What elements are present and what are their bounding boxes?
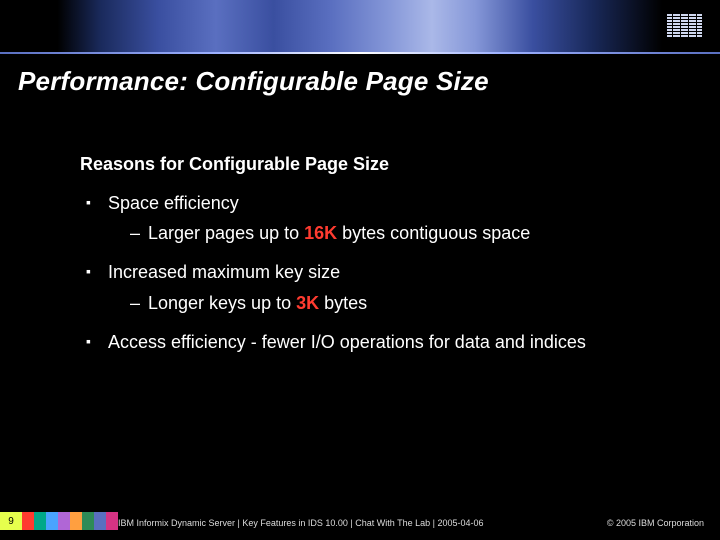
stripe — [22, 512, 34, 530]
sub-list: Longer keys up to 3K bytes — [130, 291, 680, 316]
bullet-item: Access efficiency - fewer I/O operations… — [86, 330, 680, 354]
footer: 9 IBM Informix Dynamic Server | Key Feat… — [0, 512, 720, 530]
sub-text-post: bytes contiguous space — [337, 223, 530, 243]
sub-text-post: bytes — [319, 293, 367, 313]
stripe — [106, 512, 118, 530]
highlight: 16K — [304, 223, 337, 243]
stripe — [34, 512, 46, 530]
bullet-text: Access efficiency - fewer I/O operations… — [108, 332, 586, 352]
slide-title: Performance: Configurable Page Size — [18, 66, 489, 97]
header-banner — [0, 0, 720, 54]
slide: Performance: Configurable Page Size Reas… — [0, 0, 720, 540]
sub-list: Larger pages up to 16K bytes contiguous … — [130, 221, 680, 246]
footer-text: IBM Informix Dynamic Server | Key Featur… — [118, 518, 484, 528]
bullet-item: Space efficiency Larger pages up to 16K … — [86, 191, 680, 246]
stripe — [70, 512, 82, 530]
stripe — [94, 512, 106, 530]
page-number: 9 — [0, 512, 22, 530]
bullet-list: Space efficiency Larger pages up to 16K … — [86, 191, 680, 354]
bullet-text: Space efficiency — [108, 193, 239, 213]
bullet-text: Increased maximum key size — [108, 262, 340, 282]
section-heading: Reasons for Configurable Page Size — [80, 154, 680, 175]
sub-text-pre: Larger pages up to — [148, 223, 304, 243]
highlight: 3K — [296, 293, 319, 313]
footer-stripes — [22, 512, 118, 530]
stripe — [46, 512, 58, 530]
stripe — [82, 512, 94, 530]
ibm-logo-icon — [667, 14, 702, 37]
sub-item: Larger pages up to 16K bytes contiguous … — [130, 221, 680, 246]
stripe — [58, 512, 70, 530]
footer-copyright: © 2005 IBM Corporation — [607, 518, 704, 528]
content-area: Reasons for Configurable Page Size Space… — [80, 154, 680, 364]
bullet-item: Increased maximum key size Longer keys u… — [86, 260, 680, 315]
sub-text-pre: Longer keys up to — [148, 293, 296, 313]
sub-item: Longer keys up to 3K bytes — [130, 291, 680, 316]
